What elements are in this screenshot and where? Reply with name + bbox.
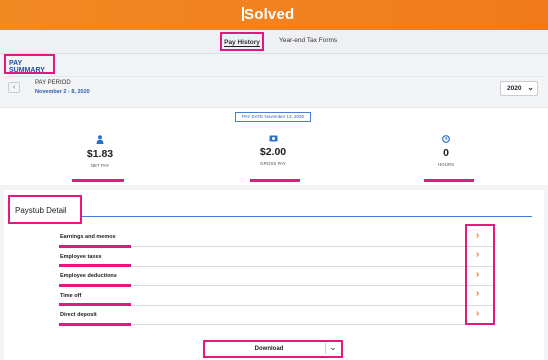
tab-pay-history[interactable]: Pay History bbox=[220, 32, 264, 51]
gross-pay-label: GROSS PAY bbox=[260, 161, 286, 166]
previous-period-button[interactable]: ‹ bbox=[8, 82, 20, 93]
row-highlight bbox=[59, 303, 131, 306]
person-icon bbox=[60, 135, 140, 146]
row-highlight bbox=[59, 284, 131, 287]
hours-stat: 0 HOURS bbox=[406, 135, 486, 167]
chevron-right-icon[interactable]: › bbox=[476, 288, 479, 299]
hours-label: HOURS bbox=[437, 162, 455, 167]
net-pay-label: NET PAY bbox=[90, 163, 110, 168]
top-bar: Solved bbox=[0, 0, 548, 30]
download-select[interactable]: Download bbox=[203, 340, 343, 358]
row-highlight bbox=[59, 245, 131, 248]
gross-pay-value: $2.00 bbox=[259, 146, 287, 158]
logo: Solved bbox=[244, 6, 295, 23]
chevron-right-icon[interactable]: › bbox=[476, 230, 479, 241]
chevron-left-icon: ‹ bbox=[12, 84, 16, 91]
pay-period-value: November 2 - 8, 2020 bbox=[35, 89, 90, 95]
row-highlight bbox=[59, 264, 131, 267]
clock-icon bbox=[406, 135, 486, 145]
net-pay-highlight bbox=[72, 179, 124, 182]
money-icon bbox=[233, 135, 313, 144]
chevron-right-icon[interactable]: › bbox=[476, 269, 479, 280]
chevron-right-icon[interactable]: › bbox=[476, 308, 479, 319]
chevron-down-icon: ⌄ bbox=[527, 83, 534, 92]
gross-pay-stat: $2.00 GROSS PAY bbox=[233, 135, 313, 166]
paystub-detail-title: Paystub Detail bbox=[8, 195, 82, 224]
detail-title-rule bbox=[82, 216, 532, 217]
detail-row-label: Employee taxes bbox=[60, 254, 102, 260]
chevron-down-icon[interactable]: ⌄ bbox=[327, 342, 339, 355]
hours-highlight bbox=[424, 179, 474, 182]
row-chevrons-highlight bbox=[465, 224, 495, 325]
gross-pay-highlight bbox=[250, 179, 300, 182]
tab-year-end-tax-forms[interactable]: Year-end Tax Forms bbox=[279, 37, 337, 44]
year-select-value: 2020 bbox=[507, 85, 522, 92]
net-pay-stat: $1.83 NET PAY bbox=[60, 135, 140, 168]
detail-row-label: Employee deductions bbox=[60, 273, 117, 279]
year-select[interactable]: 2020 ⌄ bbox=[500, 81, 538, 96]
detail-row-label: Earnings and memos bbox=[60, 234, 116, 240]
detail-row-label: Direct deposit bbox=[60, 312, 97, 318]
hours-value: 0 bbox=[443, 147, 449, 159]
pay-date-badge: PAY DATE November 13, 2020 bbox=[235, 112, 311, 122]
chevron-right-icon[interactable]: › bbox=[476, 249, 479, 260]
download-label: Download bbox=[254, 346, 284, 352]
pay-summary-title: PAY SUMMARY bbox=[4, 54, 55, 74]
tabs-bar: Pay History Year-end Tax Forms bbox=[0, 30, 548, 54]
row-highlight bbox=[59, 323, 131, 326]
pay-period-label: PAY PERIOD bbox=[35, 80, 71, 86]
detail-row-label: Time off bbox=[60, 293, 82, 299]
net-pay-value: $1.83 bbox=[86, 148, 114, 160]
summary-divider bbox=[4, 76, 544, 77]
download-separator bbox=[325, 343, 326, 354]
